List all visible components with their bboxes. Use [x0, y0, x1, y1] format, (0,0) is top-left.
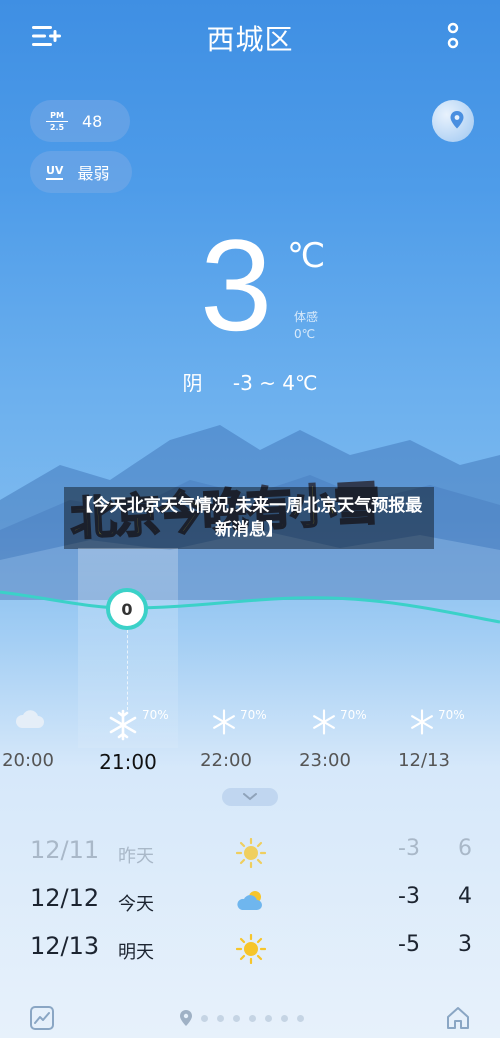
- page-dot: [233, 1014, 240, 1022]
- precip-chance: 70%: [340, 708, 367, 722]
- daily-day-name: 昨天: [118, 846, 154, 867]
- location-pin-icon: [180, 1010, 192, 1026]
- daily-row[interactable]: 12/12 今天 -3 4: [0, 884, 500, 932]
- pm25-pill[interactable]: PM 2.5 48: [30, 100, 130, 142]
- precip-chance: 70%: [240, 708, 267, 722]
- cloud-icon: [15, 710, 44, 728]
- uv-badge: UV: [46, 164, 64, 180]
- chevron-down-icon: [243, 793, 257, 801]
- sun-icon: [236, 838, 266, 868]
- daily-date: 12/12: [30, 884, 100, 912]
- page-dot: [249, 1014, 256, 1022]
- daily-date: 12/11: [30, 836, 100, 864]
- daily-row[interactable]: 12/11 昨天 -3 6: [0, 836, 500, 884]
- hourly-time[interactable]: 12/13: [384, 750, 464, 771]
- hourly-time[interactable]: 23:00: [285, 750, 365, 771]
- pm25-badge: PM 2.5: [46, 111, 68, 132]
- current-temperature: 3: [200, 212, 273, 358]
- uv-pill[interactable]: UV 最弱: [30, 151, 132, 193]
- daily-high: 3: [458, 932, 472, 957]
- page-dot: [265, 1014, 272, 1022]
- daily-low: -3: [398, 836, 420, 861]
- hourly-item-icon: 70%: [408, 708, 488, 742]
- daily-date: 12/13: [30, 932, 100, 960]
- trend-chart-icon[interactable]: [30, 1006, 54, 1030]
- page-dot: [281, 1014, 288, 1022]
- precip-chance: 70%: [438, 708, 465, 722]
- daily-low: -5: [398, 932, 420, 957]
- headline-banner[interactable]: 【今天北京天气情况,未来一周北京天气预报最新消息】: [64, 487, 434, 549]
- hourly-item-icon: 70%: [106, 708, 186, 742]
- headline-text: 【今天北京天气情况,未来一周北京天气预报最新消息】: [75, 496, 423, 540]
- current-hour-line: [127, 630, 128, 710]
- current-hour-temp-marker: 0: [106, 588, 148, 630]
- snow-icon: [109, 709, 137, 741]
- page-dot: [217, 1014, 224, 1022]
- hourly-time[interactable]: 22:00: [186, 750, 266, 771]
- snow-icon: [313, 709, 335, 735]
- more-vertical-icon[interactable]: [446, 22, 460, 50]
- precip-chance: 70%: [142, 708, 169, 722]
- daily-high: 4: [458, 884, 472, 909]
- feels-like-value: 0℃: [294, 327, 316, 341]
- city-page-indicator[interactable]: [180, 1010, 304, 1026]
- page-title[interactable]: 西城区: [0, 18, 500, 58]
- daily-low: -3: [398, 884, 420, 909]
- sun-icon: [236, 934, 266, 964]
- hourly-item-icon: 70%: [210, 708, 290, 742]
- hourly-item-icon: 70%: [310, 708, 390, 742]
- partly-cloudy-icon: [237, 891, 262, 910]
- page-dot: [297, 1014, 304, 1022]
- daily-high: 6: [458, 836, 472, 861]
- expand-button[interactable]: [222, 788, 278, 806]
- feels-like-label: 体感: [294, 310, 319, 324]
- daily-day-name: 明天: [118, 942, 154, 963]
- map-location-icon[interactable]: [432, 100, 474, 142]
- daily-row[interactable]: 12/13 明天 -5 3: [0, 932, 500, 980]
- temperature-unit: ℃: [287, 236, 326, 276]
- hourly-item-icon: [14, 708, 94, 742]
- snow-icon: [411, 709, 433, 735]
- daily-day-name: 今天: [118, 894, 154, 915]
- snow-icon: [213, 709, 235, 735]
- temperature-curve: [0, 590, 500, 624]
- home-icon[interactable]: [446, 1006, 470, 1030]
- hourly-time[interactable]: 20:00: [0, 750, 68, 771]
- hourly-time[interactable]: 21:00: [88, 750, 168, 774]
- page-dot: [201, 1014, 208, 1022]
- pm25-value: 48: [82, 111, 103, 131]
- uv-value: 最弱: [77, 164, 110, 183]
